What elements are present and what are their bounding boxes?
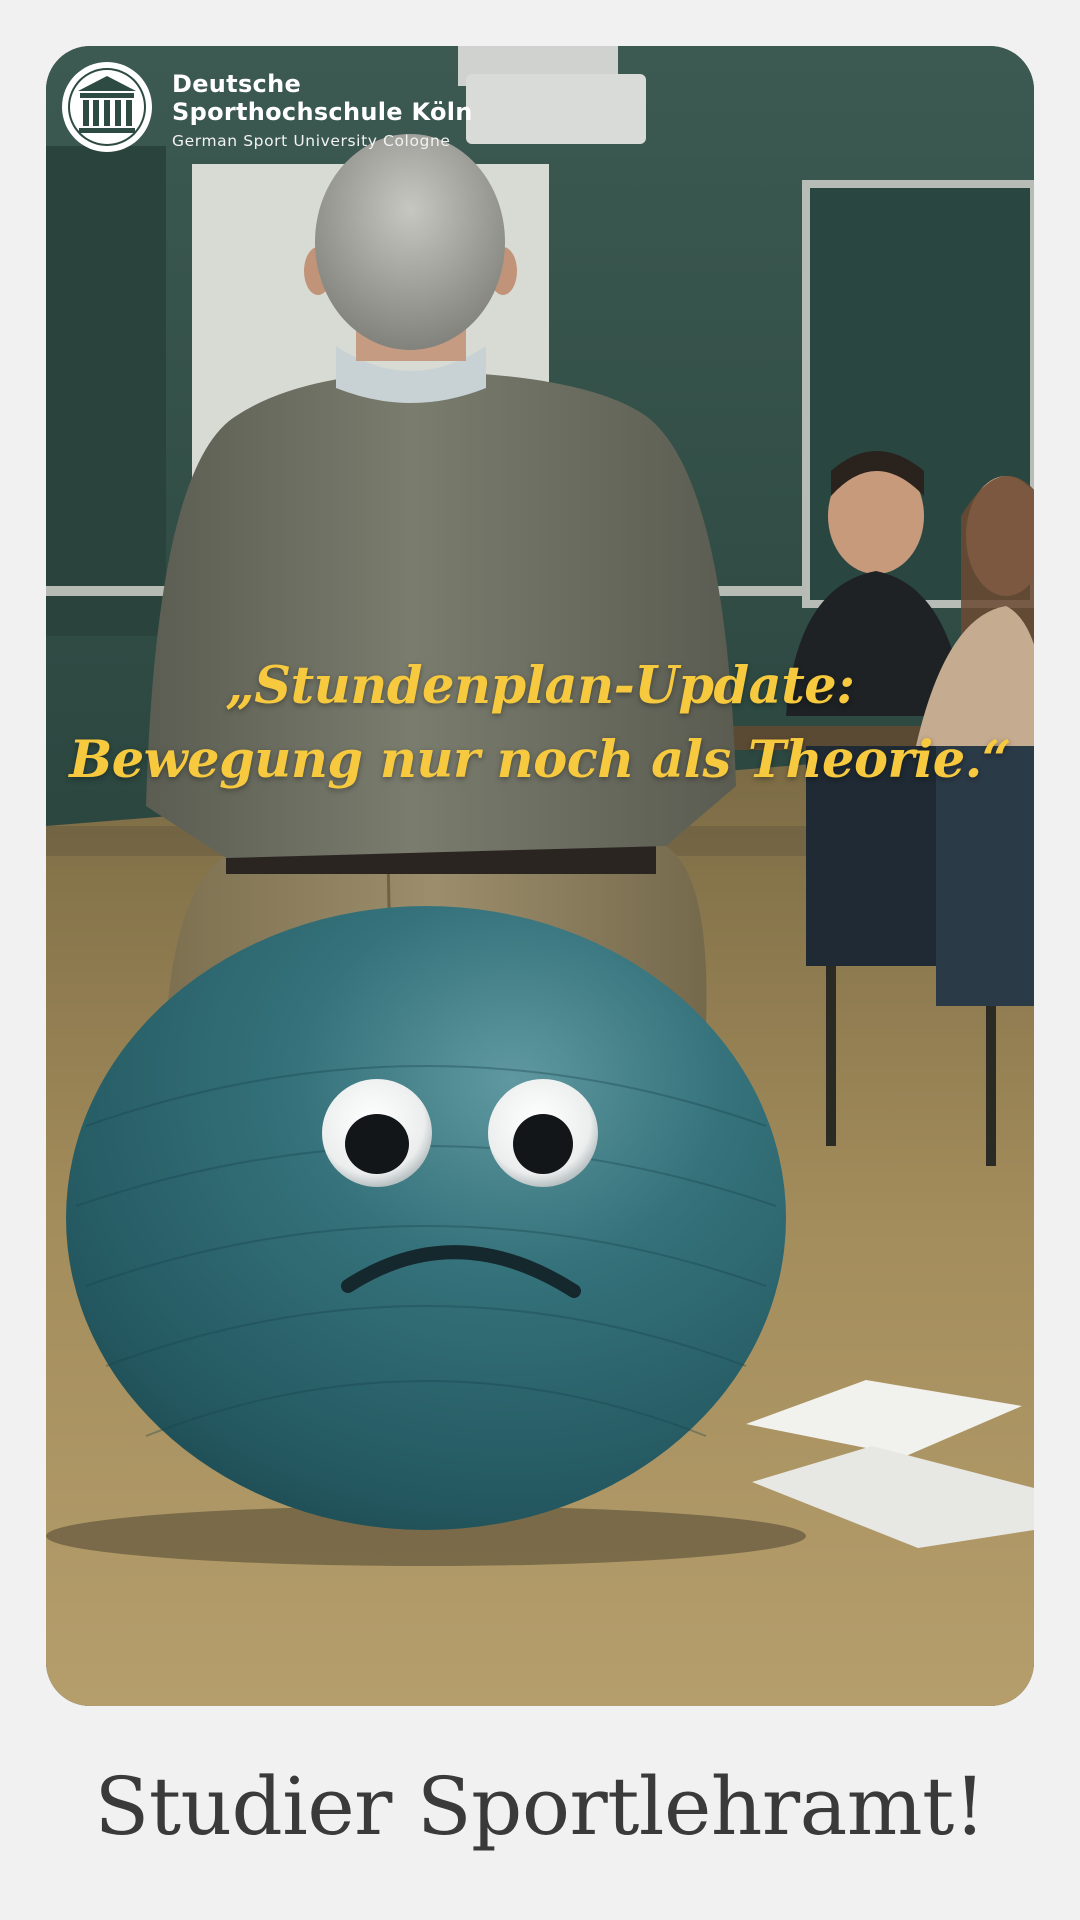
university-building-icon — [62, 62, 152, 152]
headline-quote: „Stundenplan-Update: Bewegung nur noch a… — [46, 649, 1034, 797]
headline-line1: „Stundenplan-Update: — [225, 656, 855, 716]
call-to-action: Studier Sportlehramt! — [94, 1760, 986, 1853]
headline-line2: Bewegung nur noch als Theorie.“ — [69, 730, 1011, 790]
university-name-english: German Sport University Cologne — [172, 132, 451, 150]
university-name-line2: Sporthochschule Köln — [172, 98, 473, 126]
poster-card: Deutsche Sporthochschule Köln German Spo… — [46, 46, 1034, 1706]
classroom-photo — [46, 46, 1034, 1706]
university-name-line1: Deutsche — [172, 70, 302, 98]
university-name: Deutsche Sporthochschule Köln German Spo… — [172, 70, 473, 152]
university-logo: Deutsche Sporthochschule Köln German Spo… — [60, 60, 473, 154]
